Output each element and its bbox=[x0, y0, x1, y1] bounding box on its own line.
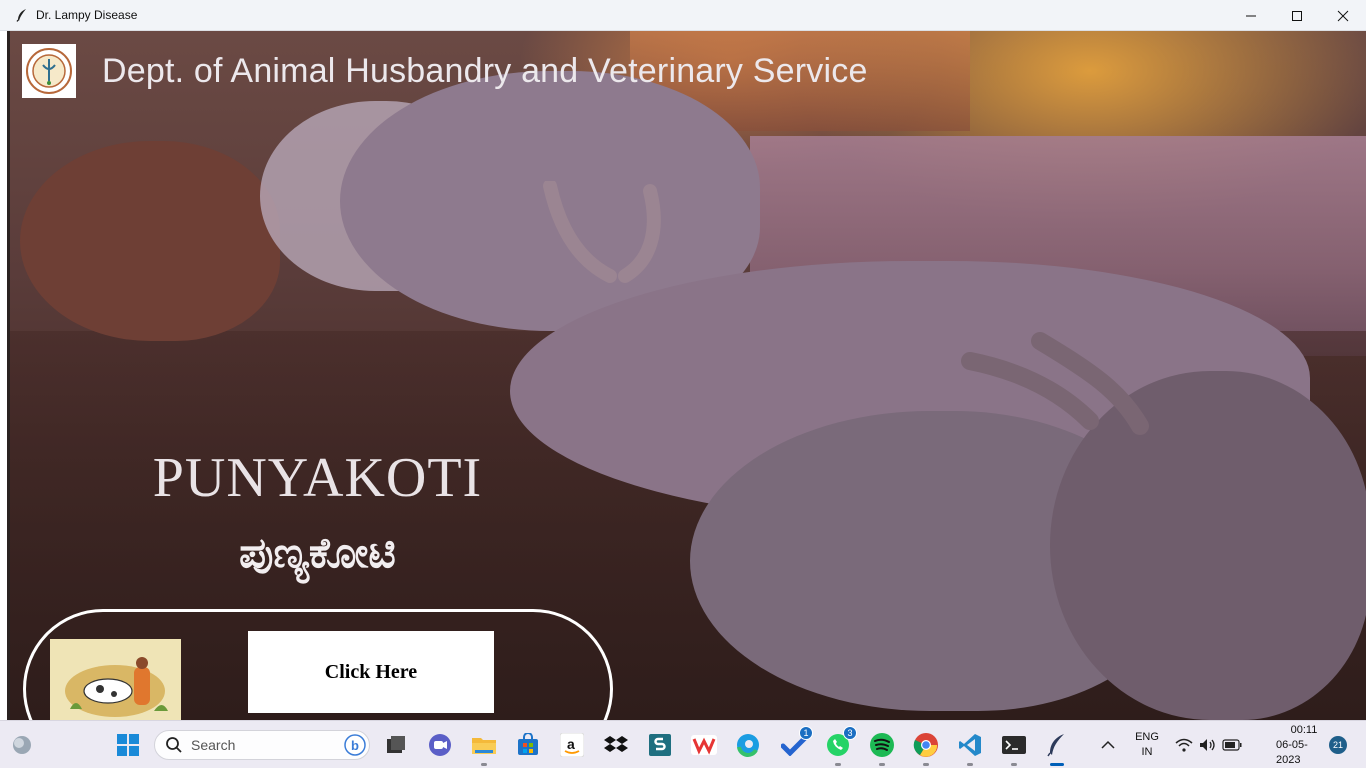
running-indicator bbox=[879, 763, 885, 766]
taskbar-app-task-view[interactable] bbox=[380, 729, 412, 761]
task-view-icon bbox=[387, 736, 405, 753]
slack-s-icon bbox=[649, 734, 671, 756]
minimize-icon bbox=[1246, 15, 1256, 16]
language-code: ENG bbox=[1135, 731, 1159, 743]
taskbar-app-file-explorer[interactable] bbox=[468, 729, 500, 766]
taskbar-app-meet[interactable] bbox=[424, 729, 456, 761]
edge-icon bbox=[737, 734, 759, 757]
clock-time: 00:11 bbox=[1290, 723, 1318, 736]
dropbox-icon bbox=[604, 736, 628, 752]
chevron-up-icon bbox=[1101, 740, 1115, 749]
python-feather-icon bbox=[1047, 734, 1064, 757]
page-title: Dept. of Animal Husbandry and Veterinary… bbox=[102, 51, 868, 90]
brand-block: PUNYAKOTI ಪುಣ್ಯಕೋಟಿ bbox=[110, 446, 525, 578]
app-window-content: Dept. of Animal Husbandry and Veterinary… bbox=[0, 31, 1366, 720]
search-placeholder: Search bbox=[191, 737, 236, 753]
cow-silhouette bbox=[20, 141, 280, 341]
taskbar-app-dropbox[interactable] bbox=[600, 729, 632, 761]
battery-icon bbox=[1222, 739, 1242, 751]
window-titlebar: Dr. Lampy Disease bbox=[0, 0, 1366, 31]
taskbar-app-whatsapp[interactable]: 3 bbox=[822, 726, 857, 766]
meet-icon bbox=[429, 734, 451, 756]
minimize-button[interactable] bbox=[1228, 0, 1274, 31]
window-title: Dr. Lampy Disease bbox=[36, 8, 138, 22]
taskbar-app-spotify[interactable] bbox=[866, 729, 898, 766]
running-indicator bbox=[923, 763, 929, 766]
file-explorer-icon bbox=[472, 738, 496, 754]
show-hidden-icons-button[interactable] bbox=[1092, 729, 1124, 761]
department-seal-logo bbox=[22, 44, 76, 98]
taskbar-app-store[interactable] bbox=[512, 729, 544, 761]
maximize-icon bbox=[1292, 10, 1302, 21]
taskbar-app-edge[interactable] bbox=[732, 729, 764, 761]
region-code: IN bbox=[1141, 746, 1153, 758]
app-header: Dept. of Animal Husbandry and Veterinary… bbox=[22, 44, 868, 98]
taskbar-app-wps-office[interactable] bbox=[688, 729, 720, 761]
taskbar-app-chrome[interactable] bbox=[910, 729, 942, 766]
start-button[interactable] bbox=[112, 729, 144, 761]
weather-icon bbox=[13, 736, 31, 754]
taskbar-app-terminal[interactable] bbox=[998, 729, 1030, 766]
clock-date: 06-05-2023 bbox=[1276, 738, 1308, 766]
wps-office-icon bbox=[691, 735, 717, 755]
taskbar-app-python-feather[interactable] bbox=[1041, 729, 1073, 766]
volume-icon bbox=[1200, 739, 1215, 751]
weather-widget[interactable] bbox=[6, 729, 38, 761]
taskbar-app-vscode[interactable] bbox=[954, 729, 986, 766]
spotify-icon bbox=[870, 733, 894, 757]
chrome-icon bbox=[913, 733, 938, 757]
search-icon bbox=[166, 737, 182, 753]
feather-icon bbox=[14, 7, 30, 23]
taskbar-search-box[interactable]: Search b bbox=[154, 730, 370, 760]
taskbar-app-todo[interactable]: 1 bbox=[778, 726, 813, 761]
brand-name-english: PUNYAKOTI bbox=[152, 447, 483, 509]
running-indicator bbox=[967, 763, 973, 766]
active-indicator bbox=[1050, 763, 1064, 766]
amazon-icon: a bbox=[560, 733, 584, 757]
windows-taskbar: Search b a 1 3 ENG IN 00:11 06-05-2023 2… bbox=[0, 720, 1366, 768]
volume-status[interactable] bbox=[1196, 729, 1220, 761]
start-icon bbox=[117, 734, 139, 756]
todo-badge: 1 bbox=[799, 726, 813, 740]
brand-name-kannada: ಪುಣ್ಯಕೋಟಿ bbox=[239, 528, 396, 577]
taskbar-clock[interactable]: 00:11 06-05-2023 bbox=[1276, 721, 1332, 768]
vscode-icon bbox=[959, 734, 981, 756]
close-button[interactable] bbox=[1320, 0, 1366, 31]
click-here-button[interactable]: Click Here bbox=[248, 631, 494, 713]
cow-horns bbox=[961, 332, 1149, 435]
window-controls bbox=[1228, 0, 1366, 31]
svg-text:b: b bbox=[351, 738, 359, 753]
wifi-icon bbox=[1175, 738, 1193, 752]
cow-and-farmer-illustration bbox=[50, 639, 181, 720]
battery-status[interactable] bbox=[1220, 729, 1244, 761]
taskbar-app-amazon[interactable]: a bbox=[556, 729, 588, 761]
bing-icon: b bbox=[344, 734, 366, 756]
whatsapp-badge: 3 bbox=[843, 726, 857, 740]
svg-text:a: a bbox=[567, 736, 575, 752]
wifi-status[interactable] bbox=[1172, 729, 1196, 761]
close-icon bbox=[1337, 10, 1349, 21]
cow-horns bbox=[543, 181, 661, 283]
running-indicator bbox=[835, 763, 841, 766]
notification-count-badge[interactable]: 21 bbox=[1329, 736, 1347, 754]
language-indicator[interactable]: ENG IN bbox=[1128, 721, 1166, 768]
window-border bbox=[0, 31, 10, 720]
terminal-icon bbox=[1002, 736, 1026, 754]
running-indicator bbox=[481, 763, 487, 766]
running-indicator bbox=[1011, 763, 1017, 766]
store-icon bbox=[518, 733, 538, 755]
taskbar-app-slack-s[interactable] bbox=[644, 729, 676, 761]
maximize-button[interactable] bbox=[1274, 0, 1320, 31]
